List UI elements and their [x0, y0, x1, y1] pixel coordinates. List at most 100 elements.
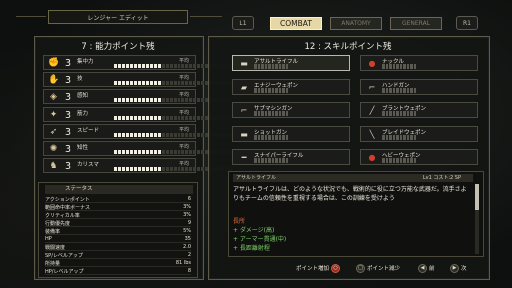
skill-pip	[406, 111, 409, 116]
bar-segment	[185, 64, 189, 68]
skill-item[interactable]: ▬ ショットガン	[232, 125, 350, 142]
skill-item[interactable]: ━ スナイパーライフル	[232, 149, 350, 165]
bar-segment	[165, 64, 169, 68]
remove-point-button[interactable]: □ ポイント減少	[356, 263, 400, 273]
skill-pip	[410, 87, 413, 93]
skill-item[interactable]: ╱ ブラントウェポン	[360, 102, 478, 118]
shoulder-l1-button[interactable]: L1	[232, 16, 254, 30]
attribute-row[interactable]: ✺ 3 知性 平均	[43, 141, 233, 156]
bar-segment	[165, 167, 169, 172]
bar-segment	[141, 115, 145, 120]
stat-line: SP/レベルアップ 2	[45, 252, 191, 259]
bar-segment	[129, 81, 133, 86]
smg-icon: ⌐	[240, 106, 248, 115]
skill-pip	[403, 134, 406, 140]
bar-segment	[181, 115, 185, 120]
tab-anatomy[interactable]: ANATOMY	[330, 17, 382, 30]
stat-value: 3%	[183, 204, 191, 210]
bar-segment	[185, 132, 189, 137]
attribute-level: 3	[65, 161, 72, 173]
tab-combat[interactable]: COMBAT	[270, 17, 322, 30]
skill-pip	[392, 158, 395, 163]
skill-pip	[410, 134, 413, 140]
skill-pip	[399, 111, 402, 116]
skill-description-panel: アサルトライフル Lv1 コスト:2 SP アサルトライフルは、どのような状況で…	[228, 171, 484, 257]
bar-segment	[145, 98, 149, 103]
bar-segment	[121, 81, 125, 86]
remove-point-label: ポイント減少	[367, 266, 401, 272]
bar-segment	[161, 132, 165, 137]
skill-pip	[389, 134, 392, 140]
bar-segment	[137, 150, 141, 154]
skill-item[interactable]: ▬ アサルトライフル	[232, 55, 350, 71]
attribute-level: 3	[65, 58, 72, 69]
skill-item[interactable]: ⌐ ハンドガン	[360, 78, 478, 95]
skill-pip	[413, 134, 416, 140]
bar-segment	[193, 167, 197, 172]
attribute-row[interactable]: ✊ 3 集中力 平均	[43, 55, 233, 70]
bar-segment	[165, 132, 169, 137]
attribute-row[interactable]: ➶ 3 スピード 平均	[43, 123, 233, 139]
intelligence-icon: ✺	[49, 144, 58, 154]
bar-segment	[197, 132, 201, 137]
skill-pip	[396, 158, 399, 163]
bar-segment	[197, 98, 201, 103]
skills-header: 12 : スキルポイント残	[304, 41, 392, 52]
skill-pip	[282, 134, 285, 140]
skill-pip	[278, 111, 281, 116]
charisma-icon: ♞	[49, 161, 58, 172]
skill-pip	[271, 64, 274, 69]
bar-segment	[189, 115, 193, 120]
bar-segment	[121, 167, 125, 172]
skill-pips	[382, 64, 416, 69]
stat-line: HP/レベルアップ 8	[45, 268, 191, 275]
shoulder-r1-button[interactable]: R1	[456, 16, 478, 30]
bar-segment	[189, 64, 193, 68]
next-button[interactable]: ▶ 次	[450, 263, 467, 273]
stat-value: 35	[184, 236, 191, 242]
scroll-thumb[interactable]	[475, 184, 479, 210]
bar-segment	[114, 115, 117, 120]
skill-item[interactable]: ● ナックル	[360, 55, 478, 71]
attribute-rank: 平均	[178, 161, 189, 168]
attribute-level: 3	[65, 75, 72, 87]
bar-segment	[193, 64, 197, 68]
skill-pip	[278, 134, 281, 140]
skill-pip	[389, 158, 392, 163]
bar-segment	[121, 150, 125, 154]
bar-segment	[145, 167, 149, 172]
stat-label: 装備率	[45, 229, 61, 235]
bar-segment	[121, 64, 125, 68]
bar-segment	[121, 115, 125, 120]
bar-segment	[157, 115, 161, 120]
skill-pip	[271, 111, 274, 116]
bar-segment	[125, 167, 129, 172]
skill-pip	[278, 158, 281, 163]
skill-pip	[268, 87, 271, 93]
skill-pip	[382, 111, 385, 116]
stat-label: 範囲命中率ボーナス	[45, 205, 91, 211]
strength-icon: ✊	[48, 58, 60, 68]
bar-segment	[173, 150, 177, 154]
skill-pip	[406, 158, 409, 163]
attribute-row[interactable]: ♞ 3 カリスマ 平均	[43, 158, 233, 174]
bar-segment	[157, 132, 161, 137]
attribute-level: 3	[65, 126, 72, 138]
bar-segment	[137, 98, 141, 103]
skill-pip	[406, 134, 409, 140]
bar-segment	[201, 115, 205, 120]
add-point-button[interactable]: ポイント増加 ○	[296, 263, 341, 273]
attribute-row[interactable]: ✦ 3 筋力 平均	[43, 106, 233, 122]
attribute-row[interactable]: ◈ 3 感知 平均	[43, 89, 233, 105]
description-scrollbar[interactable]	[475, 184, 479, 254]
skill-item[interactable]: ● ヘビーウェポン	[360, 149, 478, 165]
attribute-rank: 平均	[178, 126, 189, 133]
skill-item[interactable]: ╲ ブレイドウェポン	[360, 125, 478, 142]
skill-pip	[264, 158, 267, 163]
skill-item[interactable]: ⌐ サブマシンガン	[232, 102, 350, 118]
attribute-row[interactable]: ✋ 3 技 平均	[43, 72, 233, 88]
tab-general[interactable]: GENERAL	[390, 17, 442, 30]
prev-button[interactable]: ◀ 前	[418, 263, 435, 273]
left-arrow-icon: ◀	[418, 263, 427, 273]
skill-item[interactable]: ▰ エナジーウェポン	[232, 78, 350, 95]
